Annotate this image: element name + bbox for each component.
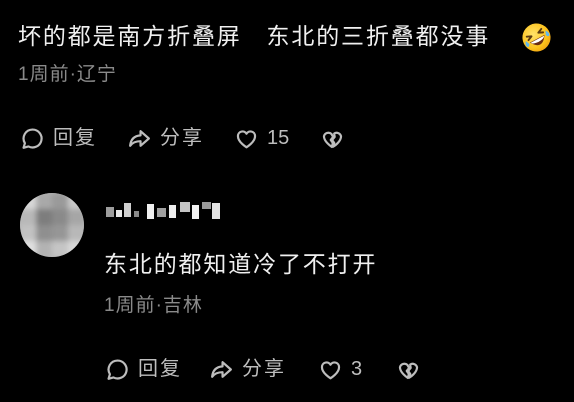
reply-text[interactable]: 东北的都知道冷了不打开 [104,248,544,280]
share-label: 分享 [160,127,204,149]
share-button[interactable]: 分享 [127,125,204,151]
reply-meta: 1周前·吉林 [104,295,203,316]
dislike-button[interactable] [396,356,421,382]
like-count: 3 [351,358,363,380]
reply-label: 回复 [138,358,182,380]
heart-outline-icon [234,126,259,151]
comment-thread: 坏的都是南方折叠屏 东北的三折叠都没事 1周前·辽宁 回复 分享 15 东北的都… [0,0,574,402]
share-label: 分享 [242,358,286,380]
reply-button[interactable]: 回复 [20,125,97,151]
comment-text[interactable]: 坏的都是南方折叠屏 东北的三折叠都没事 [18,20,518,52]
share-arrow-icon [127,126,152,151]
like-button[interactable]: 3 [318,356,362,382]
heart-outline-icon [318,357,343,382]
like-button[interactable]: 15 [234,125,289,151]
like-count: 15 [267,127,290,149]
comment-bubble-icon [105,357,130,382]
rolling-on-floor-laughing-emoji-icon [521,22,552,53]
share-arrow-icon [209,357,234,382]
share-button[interactable]: 分享 [209,356,286,382]
dislike-button[interactable] [320,125,345,151]
comment-meta: 1周前·辽宁 [18,64,117,85]
reply-button[interactable]: 回复 [105,356,182,382]
avatar[interactable] [20,193,84,257]
username-redacted[interactable] [104,199,224,221]
broken-heart-icon [320,126,345,151]
broken-heart-icon [396,357,421,382]
comment-bubble-icon [20,126,45,151]
reply-label: 回复 [53,127,97,149]
